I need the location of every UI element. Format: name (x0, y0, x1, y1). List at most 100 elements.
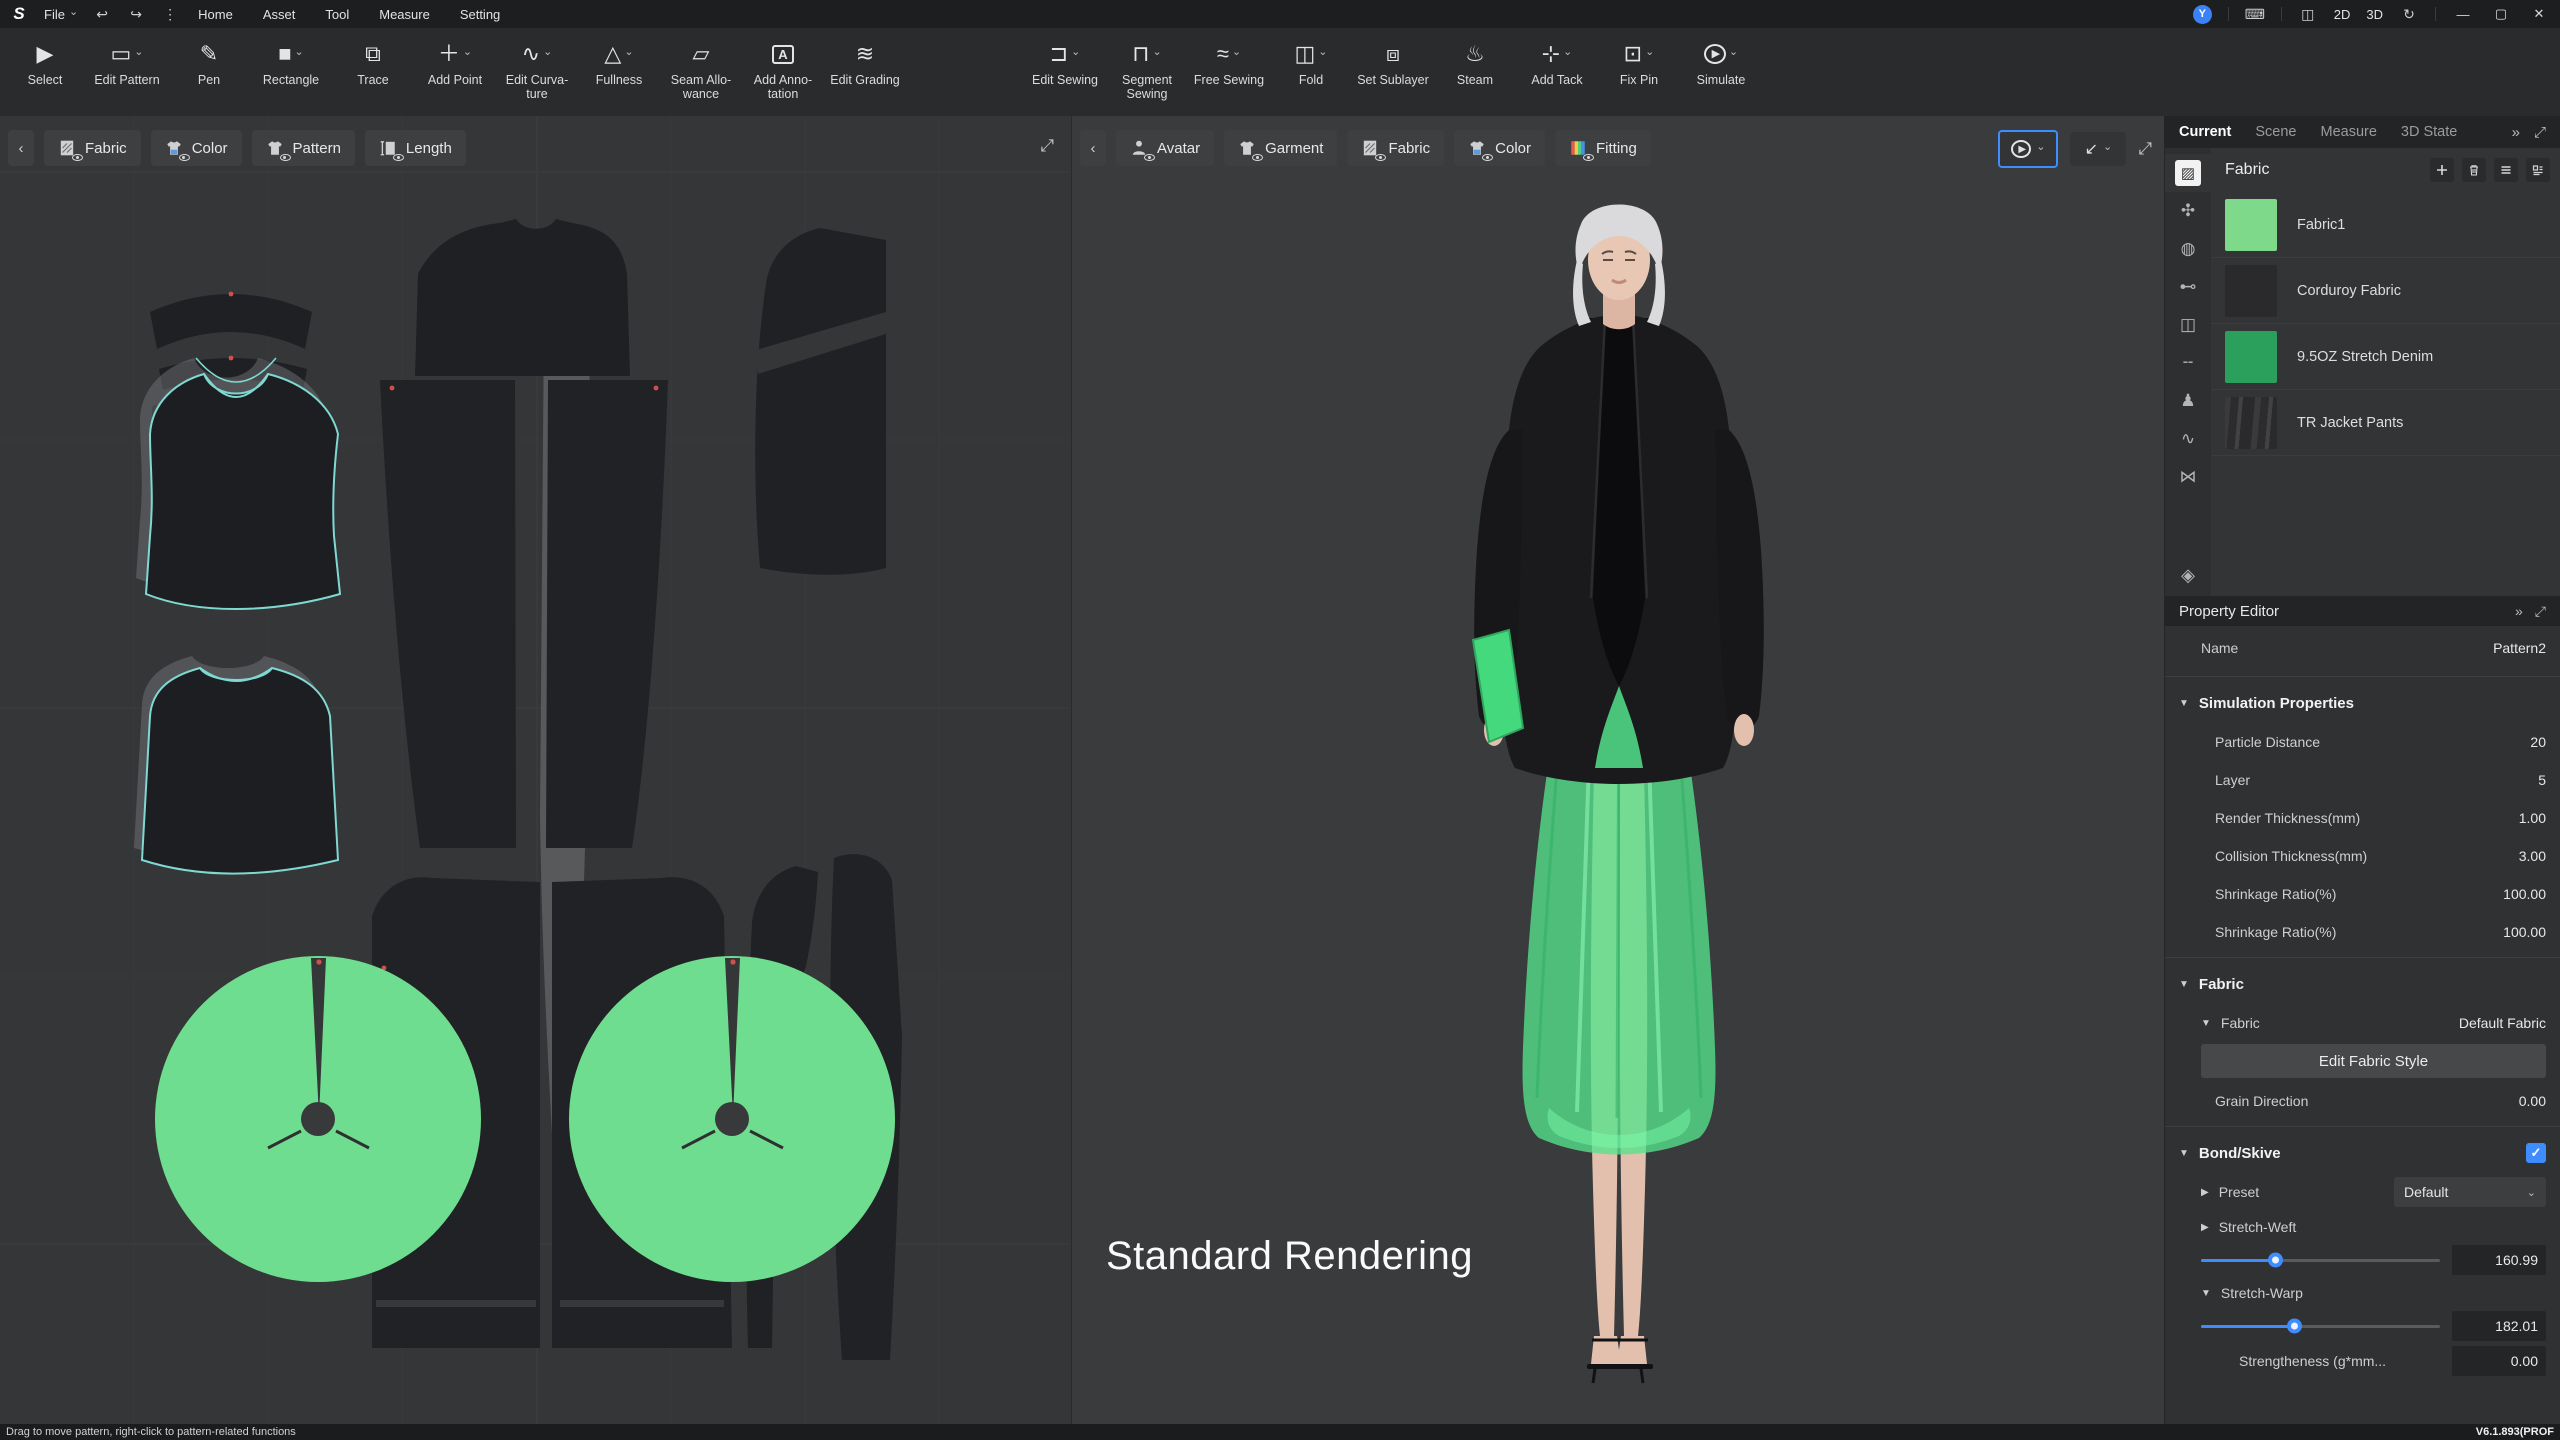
jacket-back-piece[interactable] (415, 219, 630, 376)
tool-simulate[interactable]: ▶ ⌄ Simulate (1680, 38, 1762, 87)
pattern-pieces[interactable] (0, 116, 1070, 1424)
expand-panel-icon[interactable]: ⤢ (2535, 603, 2546, 620)
delete-fabric-button[interactable] (2462, 158, 2486, 182)
chevron-down-icon[interactable]: ⌄ (463, 45, 472, 58)
expand-panel-icon[interactable]: ⤢ (2534, 124, 2546, 141)
edit-fabric-style-button[interactable]: Edit Fabric Style (2201, 1044, 2546, 1078)
grain-direction-value[interactable]: 0.00 (2519, 1093, 2546, 1109)
expand-3d-panel-icon[interactable]: ⤢ (2138, 139, 2152, 159)
fabric-sub-value[interactable]: Default Fabric (2459, 1015, 2546, 1031)
fabric-list-item[interactable]: Corduroy Fabric (2211, 258, 2560, 324)
menu-asset[interactable]: Asset (263, 7, 296, 22)
jacket-front-left-piece[interactable] (380, 380, 516, 848)
tool-fix-pin[interactable]: ⊡ ⌄ Fix Pin (1598, 38, 1680, 88)
tab-avatar-3d[interactable]: Avatar (1116, 130, 1215, 166)
undo-icon[interactable]: ↩ (92, 6, 112, 23)
name-value[interactable]: Pattern2 (2493, 640, 2546, 656)
triangle-down-icon[interactable]: ▼ (2201, 1288, 2211, 1299)
collision-thickness-value[interactable]: 3.00 (2519, 848, 2546, 864)
chevron-down-icon[interactable]: ⌄ (1071, 45, 1080, 58)
collapse-panel-button[interactable]: ‹ (8, 130, 34, 166)
chevron-down-icon[interactable]: ⌄ (1152, 45, 1161, 58)
menu-home[interactable]: Home (198, 7, 233, 22)
tab-fitting-3d[interactable]: Fitting (1555, 130, 1651, 166)
tool-add-point[interactable]: ＋ ⌄ Add Point (414, 38, 496, 88)
chevron-down-icon[interactable]: ⌄ (2103, 140, 2112, 153)
triangle-right-icon[interactable]: ▶ (2201, 1187, 2209, 1198)
tool-edit-curvature[interactable]: ∿ ⌄ Edit Curva-ture (496, 38, 578, 102)
fabric-list-item[interactable]: Fabric1 (2211, 192, 2560, 258)
tab-3d-state[interactable]: 3D State (2401, 124, 2457, 140)
tool-seam-allowance[interactable]: ▱ Seam Allo-wance (660, 38, 742, 102)
menu-measure[interactable]: Measure (379, 7, 430, 22)
chevron-down-icon[interactable]: ⌄ (2036, 140, 2045, 153)
tool-set-sublayer[interactable]: ⧈ Set Sublayer (1352, 38, 1434, 88)
stretch-weft-slider[interactable] (2201, 1252, 2440, 1268)
close-button[interactable]: ✕ (2528, 6, 2550, 22)
keyboard-shortcuts-icon[interactable]: ⌨ (2245, 6, 2265, 23)
circle-skirt-piece-right[interactable] (569, 956, 895, 1282)
tab-current[interactable]: Current (2179, 124, 2231, 140)
tool-steam[interactable]: ♨ Steam (1434, 38, 1516, 88)
user-avatar[interactable]: Y (2192, 4, 2212, 24)
layer-value[interactable]: 5 (2538, 772, 2546, 788)
chevron-down-icon[interactable]: ⌄ (1563, 45, 1572, 58)
rail-shirring[interactable]: ∿ (2165, 420, 2211, 458)
tab-pattern-2d[interactable]: Pattern (251, 130, 355, 166)
tab-garment-3d[interactable]: Garment (1224, 130, 1338, 166)
tool-fold[interactable]: ◫ ⌄ Fold (1270, 38, 1352, 88)
board-view-button[interactable] (2526, 158, 2550, 182)
tab-length-2d[interactable]: Length (364, 130, 466, 166)
view-2d-button[interactable]: 2D (2334, 7, 2351, 22)
rail-button[interactable]: ◍ (2165, 230, 2211, 268)
rail-tack[interactable]: ⊷ (2165, 268, 2211, 306)
more-options-icon[interactable]: ⋮ (160, 6, 180, 23)
viewport-3d[interactable]: ‹ Avatar Garment Fabric Color Fitting ▶ … (1071, 116, 2166, 1424)
bond-skive-checkbox[interactable]: ✓ (2526, 1143, 2546, 1163)
stretch-weft-value[interactable]: 160.99 (2452, 1245, 2546, 1275)
tool-add-annotation[interactable]: A Add Anno-tation (742, 38, 824, 101)
jacket-front-right-piece[interactable] (546, 380, 668, 848)
list-view-button[interactable] (2494, 158, 2518, 182)
drag-mode-button[interactable]: ↙ ⌄ (2070, 132, 2127, 166)
tool-edit-sewing[interactable]: ⊐ ⌄ Edit Sewing (1024, 38, 1106, 88)
chevron-down-icon[interactable]: ⌄ (1318, 45, 1327, 58)
rail-zipper[interactable]: ◫ (2165, 306, 2211, 344)
sync-view-icon[interactable]: ↻ (2399, 6, 2419, 23)
tool-free-sewing[interactable]: ≈ ⌄ Free Sewing (1188, 38, 1270, 88)
tool-fullness[interactable]: △ ⌄ Fullness (578, 38, 660, 88)
tab-measure[interactable]: Measure (2321, 124, 2377, 140)
view-3d-button[interactable]: 3D (2366, 7, 2383, 22)
tool-trace[interactable]: ⧉ Trace (332, 38, 414, 88)
bond-skive-section[interactable]: ▼ Bond/Skive ✓ (2179, 1133, 2546, 1173)
simulation-properties-section[interactable]: ▼ Simulation Properties (2179, 683, 2546, 723)
shrinkage-ratio-warp-value[interactable]: 100.00 (2503, 924, 2546, 940)
file-menu[interactable]: File ⌄ (44, 6, 78, 22)
rail-topstitch[interactable]: ╌ (2165, 344, 2211, 382)
split-view-icon[interactable]: ◫ (2298, 6, 2318, 23)
tool-add-tack[interactable]: ⊹ ⌄ Add Tack (1516, 38, 1598, 88)
tab-color-2d[interactable]: Color (150, 130, 242, 166)
chevron-down-icon[interactable]: ⌄ (134, 45, 143, 58)
tool-edit-grading[interactable]: ≋ Edit Grading (824, 38, 906, 88)
chevron-down-icon[interactable]: ⌄ (1645, 45, 1654, 58)
add-fabric-button[interactable] (2430, 158, 2454, 182)
tool-edit-pattern[interactable]: ▭ ⌄ Edit Pattern (86, 38, 168, 88)
minimize-button[interactable]: — (2452, 7, 2474, 22)
fabric-section[interactable]: ▼ Fabric (2179, 964, 2546, 1004)
tab-fabric-3d[interactable]: Fabric (1347, 130, 1445, 166)
slider-thumb[interactable] (2287, 1318, 2303, 1334)
triangle-down-icon[interactable]: ▼ (2201, 1018, 2211, 1029)
chevron-down-icon[interactable]: ⌄ (1729, 45, 1738, 58)
tab-fabric-2d[interactable]: Fabric (44, 130, 141, 166)
strengtheness-value[interactable]: 0.00 (2452, 1346, 2546, 1376)
triangle-right-icon[interactable]: ▶ (2201, 1222, 2209, 1233)
render-thickness-value[interactable]: 1.00 (2519, 810, 2546, 826)
collapse-panel-button[interactable]: ‹ (1080, 130, 1106, 166)
maximize-button[interactable]: ▢ (2490, 6, 2512, 22)
tool-segment-sewing[interactable]: ⊓ ⌄ Segment Sewing (1106, 38, 1188, 102)
tab-scene[interactable]: Scene (2255, 124, 2296, 140)
overflow-icon[interactable]: » (2515, 603, 2523, 620)
particle-distance-value[interactable]: 20 (2530, 734, 2546, 750)
overflow-icon[interactable]: » (2512, 124, 2520, 141)
